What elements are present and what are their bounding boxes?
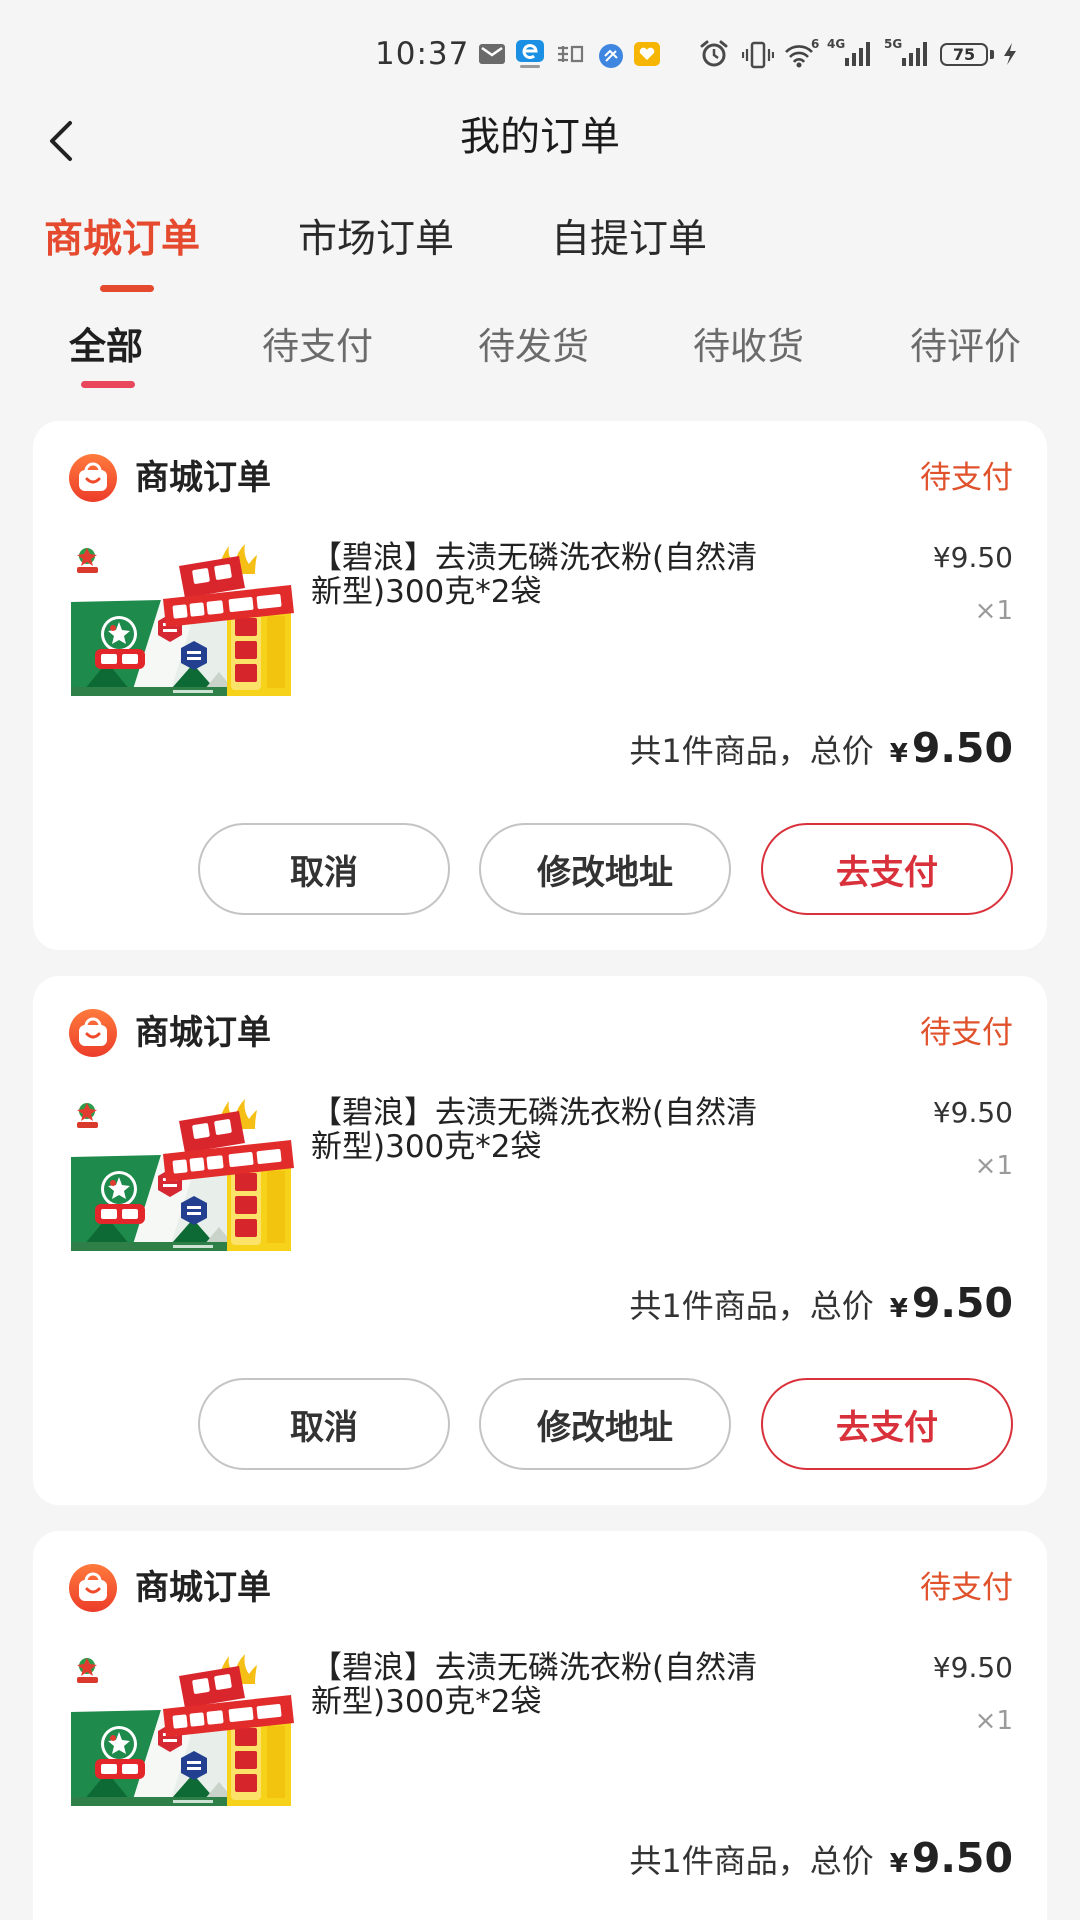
tab-pending-payment[interactable]: 待支付 — [262, 323, 373, 371]
tab-mall-orders[interactable]: 商城订单 — [44, 215, 200, 265]
summary-currency: ¥ — [889, 1849, 908, 1879]
sim1-network-label: 4G — [827, 37, 846, 51]
order-card[interactable]: 商城订单 待支付 【碧浪】去渍无磷洗衣粉(自然清新型)300克*2袋 ¥9.50… — [33, 421, 1047, 950]
modify-address-button[interactable]: 修改地址 — [479, 823, 731, 915]
sim2-network-label: 5G — [884, 37, 903, 51]
order-card[interactable]: 商城订单 待支付 【碧浪】去渍无磷洗衣粉(自然清新型)300克*2袋 ¥9.50… — [33, 1531, 1047, 1920]
tab-pickup-orders[interactable]: 自提订单 — [551, 215, 707, 265]
order-summary: 共1件商品，总价 ¥ 9.50 — [629, 724, 1013, 778]
pay-button[interactable]: 去支付 — [761, 1378, 1013, 1470]
shopping-app-icon — [555, 42, 585, 66]
tab-pending-receipt[interactable]: 待收货 — [693, 323, 804, 371]
page-title: 我的订单 — [460, 114, 620, 160]
tab-pending-shipment[interactable]: 待发货 — [478, 323, 589, 371]
order-summary: 共1件商品，总价 ¥ 9.50 — [629, 1279, 1013, 1333]
product-image[interactable] — [69, 542, 294, 698]
wifi-standard-label: 6 — [811, 37, 820, 51]
modify-address-button[interactable]: 修改地址 — [479, 1378, 731, 1470]
signal-icon — [902, 42, 930, 66]
product-quantity: ×1 — [974, 1706, 1013, 1736]
product-price: ¥9.50 — [932, 1651, 1013, 1684]
shop-bag-icon — [69, 454, 117, 502]
cancel-order-button[interactable]: 取消 — [198, 823, 450, 915]
summary-count-text: 共1件商品，总价 — [629, 732, 874, 770]
summary-count-text: 共1件商品，总价 — [629, 1842, 874, 1880]
mail-notification-icon — [478, 42, 506, 66]
summary-total: 9.50 — [911, 1834, 1013, 1882]
product-quantity: ×1 — [974, 1151, 1013, 1181]
product-name[interactable]: 【碧浪】去渍无磷洗衣粉(自然清新型)300克*2袋 — [311, 1096, 781, 1164]
summary-count-text: 共1件商品，总价 — [629, 1287, 874, 1325]
battery-level: 75 — [952, 45, 976, 64]
wifi-icon — [784, 42, 814, 68]
blue-app-icon — [598, 43, 624, 69]
tab-market-orders[interactable]: 市场订单 — [298, 215, 454, 265]
battery-nub — [990, 50, 994, 59]
product-image[interactable] — [69, 1097, 294, 1253]
product-image[interactable] — [69, 1652, 294, 1808]
product-name[interactable]: 【碧浪】去渍无磷洗衣粉(自然清新型)300克*2袋 — [311, 1651, 781, 1719]
summary-currency: ¥ — [889, 1294, 908, 1324]
active-tab-indicator — [100, 285, 154, 292]
shop-bag-icon — [69, 1009, 117, 1057]
yellow-app-icon — [633, 41, 661, 67]
charging-icon — [1002, 42, 1018, 66]
product-price: ¥9.50 — [932, 1096, 1013, 1129]
browser-app-icon — [514, 38, 546, 70]
summary-total: 9.50 — [911, 724, 1013, 772]
battery-icon: 75 — [940, 43, 988, 66]
order-card[interactable]: 商城订单 待支付 【碧浪】去渍无磷洗衣粉(自然清新型)300克*2袋 ¥9.50… — [33, 976, 1047, 1505]
signal-icon — [845, 42, 873, 66]
order-summary: 共1件商品，总价 ¥ 9.50 — [629, 1834, 1013, 1888]
cancel-order-button[interactable]: 取消 — [198, 1378, 450, 1470]
tab-all[interactable]: 全部 — [69, 323, 143, 371]
tab-pending-review[interactable]: 待评价 — [910, 323, 1021, 371]
order-status: 待支付 — [920, 1570, 1013, 1606]
order-source-label: 商城订单 — [135, 1568, 271, 1608]
order-source-label: 商城订单 — [135, 1013, 271, 1053]
product-name[interactable]: 【碧浪】去渍无磷洗衣粉(自然清新型)300克*2袋 — [311, 541, 781, 609]
order-status: 待支付 — [920, 460, 1013, 496]
pay-button[interactable]: 去支付 — [761, 823, 1013, 915]
status-time: 10:37 — [375, 36, 470, 72]
product-quantity: ×1 — [974, 596, 1013, 626]
active-status-tab-indicator — [81, 381, 135, 388]
summary-currency: ¥ — [889, 739, 908, 769]
summary-total: 9.50 — [911, 1279, 1013, 1327]
vibrate-icon — [741, 40, 775, 70]
shop-bag-icon — [69, 1564, 117, 1612]
alarm-icon — [698, 38, 730, 70]
order-status: 待支付 — [920, 1015, 1013, 1051]
order-source-label: 商城订单 — [135, 458, 271, 498]
product-price: ¥9.50 — [932, 541, 1013, 574]
